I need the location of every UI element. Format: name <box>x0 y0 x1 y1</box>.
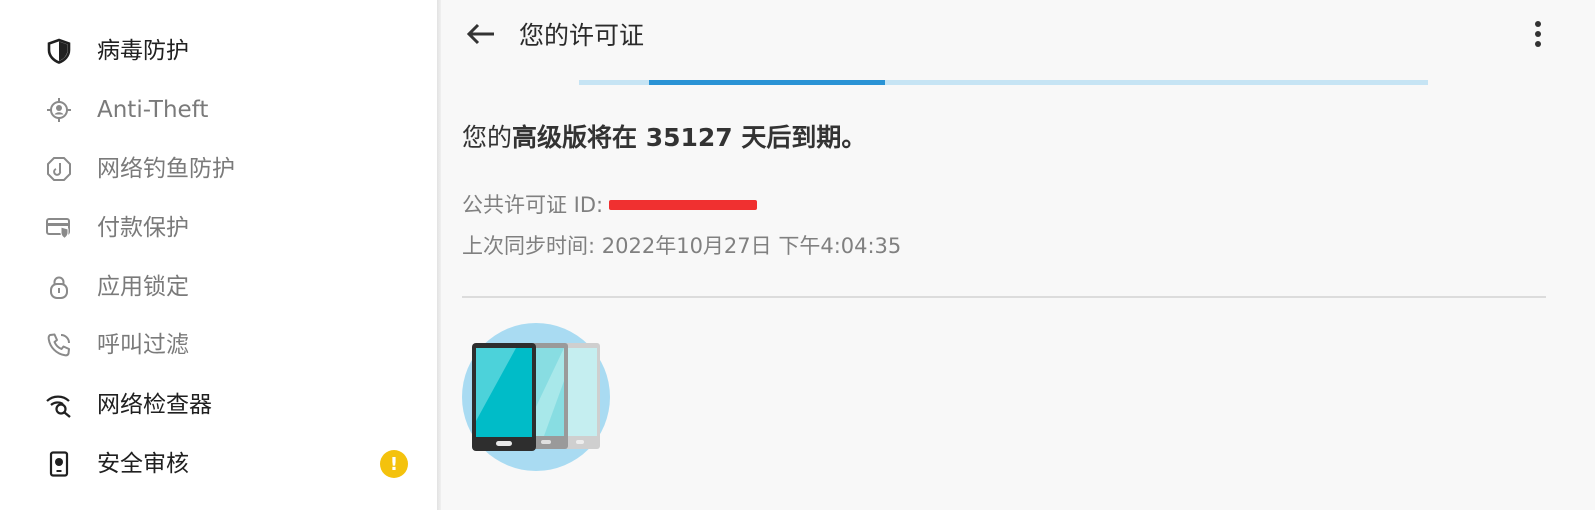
sidebar-item-label: 网络钓鱼防护 <box>97 156 235 182</box>
public-license-id-label: 公共许可证 ID: <box>462 193 604 217</box>
sidebar-item-security-audit[interactable]: 安全审核 ! <box>0 439 437 489</box>
multi-device-phones-icon <box>460 321 612 473</box>
license-panel: 您的许可证 您的高级版将在 35127 天后到期。 公共许可证 ID: 上次同步… <box>441 0 1595 510</box>
sidebar-item-app-lock[interactable]: 应用锁定 <box>0 262 437 312</box>
license-progress-bar <box>579 80 1428 85</box>
payment-card-shield-icon <box>45 214 73 242</box>
back-arrow-icon <box>466 23 496 49</box>
public-license-id: 公共许可证 ID: <box>462 190 758 220</box>
sidebar-item-label: 安全审核 <box>97 451 189 477</box>
sidebar-item-label: 病毒防护 <box>97 38 189 64</box>
sidebar-item-label: Anti-Theft <box>97 97 209 123</box>
expiry-days-text: 高级版将在 35127 天后到期。 <box>512 123 867 152</box>
section-divider <box>462 296 1546 298</box>
last-sync-value: 2022年10月27日 下午4:04:35 <box>601 234 902 258</box>
wifi-search-icon <box>45 391 73 419</box>
sidebar-item-anti-theft[interactable]: Anti-Theft <box>0 85 437 135</box>
sidebar: 病毒防护 Anti-Theft 网络钓鱼防护 付款保护 应用锁定 呼叫过滤 网络… <box>0 0 437 510</box>
license-progress-fill <box>649 80 885 85</box>
phishing-hook-icon <box>45 155 73 183</box>
redacted-license-id <box>609 200 758 210</box>
sidebar-item-label: 呼叫过滤 <box>97 332 189 358</box>
expiry-prefix: 您的 <box>462 123 513 152</box>
expiry-text: 您的高级版将在 35127 天后到期。 <box>462 118 866 158</box>
padlock-icon <box>45 273 73 301</box>
phone-icon <box>45 331 73 359</box>
sidebar-item-payment-protection[interactable]: 付款保护 <box>0 203 437 253</box>
device-audit-icon <box>45 450 73 478</box>
sidebar-item-label: 付款保护 <box>97 215 189 241</box>
sidebar-item-virus-protection[interactable]: 病毒防护 <box>0 26 437 76</box>
sidebar-item-phishing-protection[interactable]: 网络钓鱼防护 <box>0 144 437 194</box>
sidebar-item-call-filter[interactable]: 呼叫过滤 <box>0 320 437 370</box>
sidebar-item-network-inspector[interactable]: 网络检查器 <box>0 380 437 430</box>
sidebar-item-label: 应用锁定 <box>97 274 189 300</box>
last-sync-time: 上次同步时间: 2022年10月27日 下午4:04:35 <box>462 231 901 261</box>
back-button[interactable] <box>463 18 499 54</box>
last-sync-label: 上次同步时间: <box>462 234 596 258</box>
sidebar-item-label: 网络检查器 <box>97 392 212 418</box>
anti-theft-icon <box>45 96 73 124</box>
warning-badge: ! <box>380 450 408 478</box>
shield-icon <box>45 37 73 65</box>
more-vertical-icon <box>1534 20 1542 52</box>
page-title: 您的许可证 <box>519 21 645 50</box>
more-options-button[interactable] <box>1523 17 1553 55</box>
